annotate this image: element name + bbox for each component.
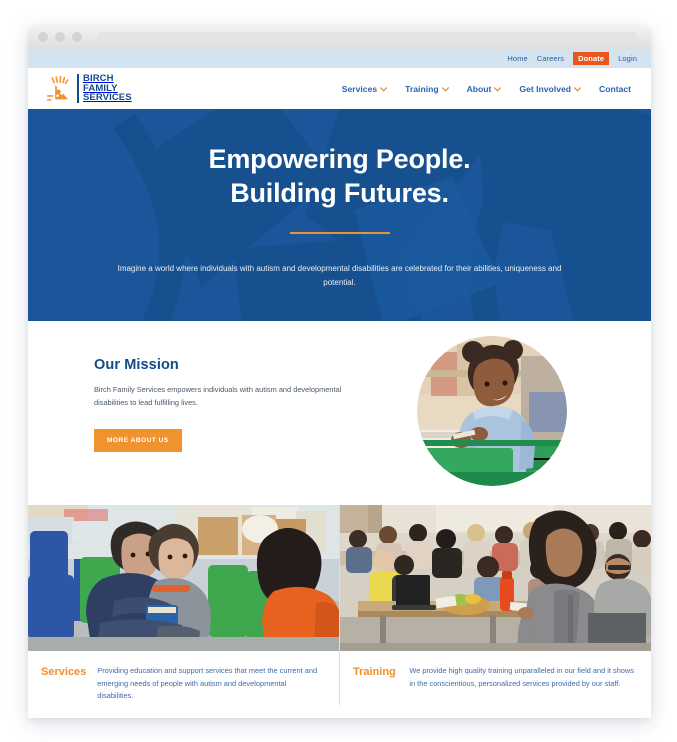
training-photo bbox=[340, 505, 651, 651]
url-input[interactable] bbox=[98, 31, 637, 43]
nav-item-services[interactable]: Services bbox=[341, 83, 388, 94]
utility-link-login[interactable]: Login bbox=[618, 55, 637, 63]
nav-label-about: About bbox=[466, 83, 492, 94]
hero-subtitle: Imagine a world where individuals with a… bbox=[117, 263, 562, 287]
donate-button[interactable]: Donate bbox=[573, 51, 610, 66]
hero-title-line-1: Empowering People. bbox=[208, 144, 471, 174]
site-header: BIRCH FAMILY SERVICES Services Training bbox=[28, 68, 651, 109]
nav-label-training: Training bbox=[405, 83, 439, 94]
site-viewport: Home Careers Donate Login BIRCH FAMILY S… bbox=[28, 49, 651, 718]
mission-body: Birch Family Services empowers individua… bbox=[94, 385, 342, 407]
nav-label-services: Services bbox=[341, 83, 378, 94]
utility-nav: Home Careers Donate Login bbox=[28, 49, 651, 68]
services-card-title: Services bbox=[41, 666, 87, 678]
nav-item-get-involved[interactable]: Get Involved bbox=[519, 83, 581, 94]
card-services[interactable]: Services Providing education and support… bbox=[28, 505, 339, 705]
nav-item-about[interactable]: About bbox=[466, 83, 502, 94]
card-training[interactable]: Training We provide high quality trainin… bbox=[339, 505, 651, 705]
close-dot[interactable] bbox=[38, 32, 48, 42]
logo-line-3: SERVICES bbox=[83, 92, 132, 104]
mission-photo bbox=[417, 336, 567, 486]
services-card-description: Providing education and support services… bbox=[97, 666, 318, 701]
hero-title-line-2: Building Futures. bbox=[230, 177, 449, 208]
utility-link-home[interactable]: Home bbox=[507, 55, 527, 63]
logo-link[interactable]: BIRCH FAMILY SERVICES bbox=[46, 73, 132, 104]
nav-label-get-involved: Get Involved bbox=[519, 83, 571, 94]
hero-title: Empowering People. Building Futures. bbox=[28, 143, 651, 211]
mission-title: Our Mission bbox=[94, 357, 179, 373]
window-controls bbox=[38, 32, 82, 42]
minimize-dot[interactable] bbox=[55, 32, 65, 42]
training-card-description: We provide high quality training unparal… bbox=[409, 666, 634, 688]
nav-label-contact: Contact bbox=[599, 83, 631, 94]
chevron-down-icon bbox=[574, 86, 581, 92]
chevron-down-icon bbox=[494, 86, 502, 92]
nav-item-training[interactable]: Training bbox=[405, 83, 449, 94]
services-photo bbox=[28, 505, 339, 651]
training-card-title: Training bbox=[353, 666, 396, 678]
sunburst-icon bbox=[46, 75, 72, 102]
browser-window: Home Careers Donate Login BIRCH FAMILY S… bbox=[28, 25, 651, 718]
browser-chrome bbox=[28, 25, 651, 49]
logo-wordmark: BIRCH FAMILY SERVICES bbox=[77, 73, 132, 104]
chevron-down-icon bbox=[380, 86, 388, 92]
maximize-dot[interactable] bbox=[72, 32, 82, 42]
chevron-down-icon bbox=[441, 86, 449, 92]
hero-divider bbox=[289, 231, 390, 234]
mission-section: Our Mission Birch Family Services empowe… bbox=[28, 321, 651, 505]
cards-section: Services Providing education and support… bbox=[28, 505, 651, 705]
main-nav: Services Training About Get Involved Con… bbox=[342, 84, 631, 94]
nav-item-contact[interactable]: Contact bbox=[599, 84, 631, 94]
services-card-body: Services Providing education and support… bbox=[28, 651, 339, 705]
training-card-body: Training We provide high quality trainin… bbox=[340, 651, 651, 705]
more-about-us-button[interactable]: MORE ABOUT US bbox=[94, 429, 182, 453]
hero-section: Empowering People. Building Futures. Ima… bbox=[28, 109, 651, 321]
hero-content: Empowering People. Building Futures. Ima… bbox=[28, 109, 651, 290]
utility-link-careers[interactable]: Careers bbox=[537, 55, 564, 63]
mission-text-block: Our Mission Birch Family Services empowe… bbox=[94, 357, 384, 453]
